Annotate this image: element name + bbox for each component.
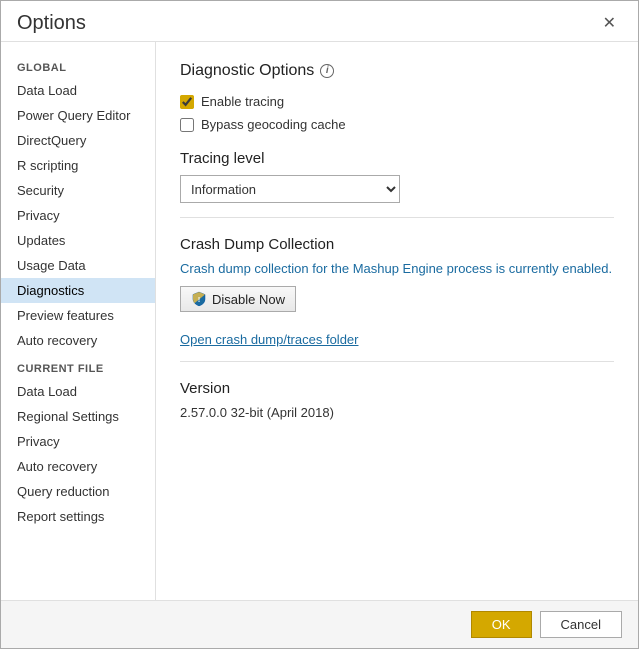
sidebar-item-updates[interactable]: Updates bbox=[1, 228, 155, 253]
sidebar-item-direct-query[interactable]: DirectQuery bbox=[1, 128, 155, 153]
info-icon: i bbox=[320, 64, 334, 78]
sidebar-item-cf-privacy[interactable]: Privacy bbox=[1, 429, 155, 454]
main-content: Diagnostic Options i Enable tracing Bypa… bbox=[156, 42, 638, 600]
svg-text:!: ! bbox=[198, 297, 200, 304]
enable-tracing-row: Enable tracing bbox=[180, 94, 614, 109]
sidebar-item-r-scripting[interactable]: R scripting bbox=[1, 153, 155, 178]
sidebar-item-cf-data-load[interactable]: Data Load bbox=[1, 379, 155, 404]
sidebar-item-data-load[interactable]: Data Load bbox=[1, 78, 155, 103]
current-file-section-label: CURRENT FILE bbox=[1, 353, 155, 379]
diagnostic-options-title: Diagnostic Options i bbox=[180, 62, 614, 80]
bypass-geocoding-checkbox[interactable] bbox=[180, 118, 194, 132]
sidebar-item-cf-query-reduction[interactable]: Query reduction bbox=[1, 479, 155, 504]
enable-tracing-label[interactable]: Enable tracing bbox=[201, 94, 284, 109]
crash-dump-description: Crash dump collection for the Mashup Eng… bbox=[180, 261, 614, 276]
options-dialog: Options ✕ GLOBAL Data Load Power Query E… bbox=[0, 0, 639, 649]
sidebar-item-cf-auto-recovery[interactable]: Auto recovery bbox=[1, 454, 155, 479]
dialog-title: Options bbox=[17, 12, 86, 35]
sidebar-item-privacy[interactable]: Privacy bbox=[1, 203, 155, 228]
global-section-label: GLOBAL bbox=[1, 52, 155, 78]
sidebar: GLOBAL Data Load Power Query Editor Dire… bbox=[1, 42, 156, 600]
tracing-level-title: Tracing level bbox=[180, 150, 614, 167]
sidebar-item-security[interactable]: Security bbox=[1, 178, 155, 203]
divider-2 bbox=[180, 361, 614, 362]
tracing-level-row: Information Verbose Warning Error bbox=[180, 175, 614, 203]
enable-tracing-checkbox[interactable] bbox=[180, 95, 194, 109]
bypass-geocoding-label[interactable]: Bypass geocoding cache bbox=[201, 117, 346, 132]
sidebar-item-cf-report-settings[interactable]: Report settings bbox=[1, 504, 155, 529]
disable-now-label: Disable Now bbox=[212, 292, 285, 307]
sidebar-item-power-query-editor[interactable]: Power Query Editor bbox=[1, 103, 155, 128]
cancel-button[interactable]: Cancel bbox=[540, 611, 622, 638]
bypass-geocoding-row: Bypass geocoding cache bbox=[180, 117, 614, 132]
close-button[interactable]: ✕ bbox=[597, 11, 622, 35]
dialog-body: GLOBAL Data Load Power Query Editor Dire… bbox=[1, 41, 638, 600]
title-bar: Options ✕ bbox=[1, 1, 638, 41]
ok-button[interactable]: OK bbox=[471, 611, 532, 638]
disable-now-button[interactable]: ! Disable Now bbox=[180, 286, 296, 312]
dialog-footer: OK Cancel bbox=[1, 600, 638, 648]
sidebar-item-diagnostics[interactable]: Diagnostics bbox=[1, 278, 155, 303]
tracing-level-select[interactable]: Information Verbose Warning Error bbox=[180, 175, 400, 203]
sidebar-item-usage-data[interactable]: Usage Data bbox=[1, 253, 155, 278]
shield-icon: ! bbox=[191, 291, 207, 307]
version-value: 2.57.0.0 32-bit (April 2018) bbox=[180, 405, 614, 420]
sidebar-item-cf-regional-settings[interactable]: Regional Settings bbox=[1, 404, 155, 429]
crash-dump-title: Crash Dump Collection bbox=[180, 236, 614, 253]
version-title: Version bbox=[180, 380, 614, 397]
sidebar-item-auto-recovery-global[interactable]: Auto recovery bbox=[1, 328, 155, 353]
sidebar-item-preview-features[interactable]: Preview features bbox=[1, 303, 155, 328]
divider-1 bbox=[180, 217, 614, 218]
open-folder-link[interactable]: Open crash dump/traces folder bbox=[180, 332, 358, 347]
